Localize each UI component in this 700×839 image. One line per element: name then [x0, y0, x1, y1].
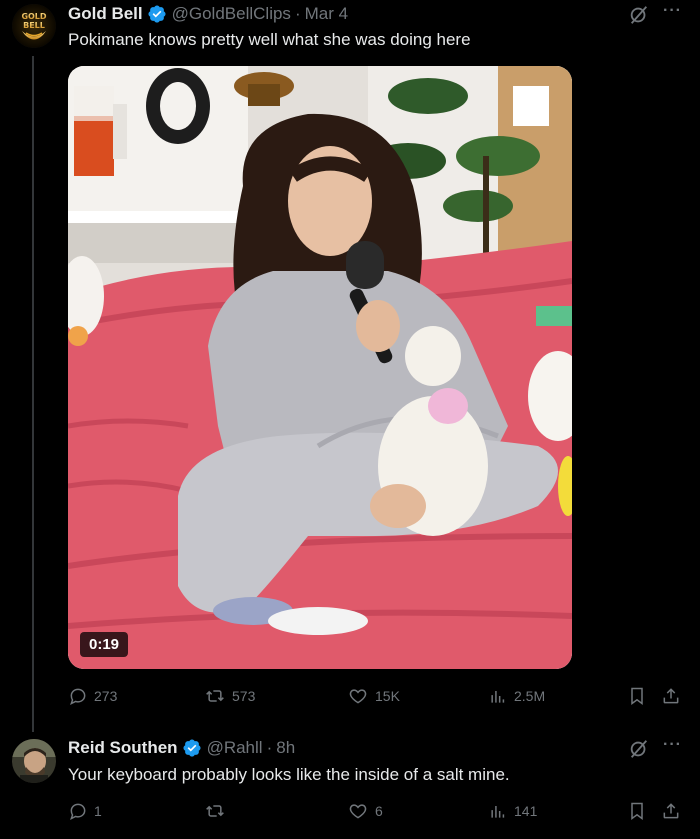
verified-badge-icon — [182, 738, 202, 758]
reply-count: 1 — [94, 803, 102, 819]
tweet-header: Reid Southen @Rahll · 8h — [68, 738, 295, 758]
like-button[interactable]: 15K — [347, 686, 400, 706]
like-icon — [349, 804, 367, 819]
view-count: 141 — [514, 803, 538, 819]
reply-icon — [70, 688, 86, 705]
views-icon — [491, 806, 505, 818]
display-name[interactable]: Gold Bell — [68, 4, 143, 24]
svg-text:GOLD: GOLD — [21, 12, 46, 21]
repost-button[interactable] — [204, 801, 232, 821]
bookmark-button[interactable] — [627, 801, 647, 821]
tweet-actions: 1 6 141 — [68, 801, 688, 825]
like-count: 6 — [375, 803, 383, 819]
like-icon — [349, 689, 367, 704]
bookmark-icon — [631, 687, 643, 705]
reply-button[interactable]: 1 — [68, 801, 102, 821]
repost-icon — [206, 690, 224, 702]
verified-badge-icon — [147, 4, 167, 24]
repost-button[interactable]: 573 — [204, 686, 255, 706]
svg-text:BELL: BELL — [23, 21, 45, 30]
like-count: 15K — [375, 688, 400, 704]
grok-icon[interactable] — [628, 4, 650, 26]
timestamp[interactable]: Mar 4 — [305, 4, 348, 24]
reply-icon — [70, 803, 86, 820]
timestamp[interactable]: 8h — [276, 738, 295, 758]
more-icon[interactable]: ··· — [663, 2, 682, 20]
tweet-text: Pokimane knows pretty well what she was … — [68, 30, 471, 49]
avatar[interactable]: GOLD BELL — [12, 4, 56, 48]
tweet-reid-southen[interactable]: Reid Southen @Rahll · 8h ··· Your keyboa… — [0, 732, 700, 839]
views-icon — [491, 691, 505, 703]
reply-button[interactable]: 273 — [68, 686, 117, 706]
views-button[interactable]: 141 — [488, 801, 537, 821]
view-count: 2.5M — [514, 688, 546, 704]
repost-icon — [206, 805, 224, 817]
handle[interactable]: @GoldBellClips — [172, 4, 291, 24]
bookmark-icon — [631, 802, 643, 820]
display-name[interactable]: Reid Southen — [68, 738, 178, 758]
share-icon — [663, 688, 679, 704]
bookmark-button[interactable] — [627, 686, 647, 706]
video-player[interactable]: 0:19 — [68, 66, 572, 669]
share-icon — [663, 803, 679, 819]
tweet-header: Gold Bell @GoldBellClips · Mar 4 — [68, 4, 348, 24]
views-button[interactable]: 2.5M — [488, 686, 545, 706]
tweet-gold-bell[interactable]: GOLD BELL Gold Bell @GoldBellClips · Mar… — [0, 0, 700, 720]
like-button[interactable]: 6 — [347, 801, 383, 821]
handle[interactable]: @Rahll — [207, 738, 263, 758]
video-duration-badge: 0:19 — [80, 632, 129, 657]
share-button[interactable] — [661, 801, 681, 821]
tweet-actions: 273 573 15K 2.5M — [68, 686, 688, 710]
video-thumbnail — [68, 66, 572, 669]
tweet-text: Your keyboard probably looks like the in… — [68, 765, 510, 784]
avatar[interactable] — [12, 739, 56, 783]
separator: · — [266, 738, 273, 757]
share-button[interactable] — [661, 686, 681, 706]
separator: · — [294, 4, 301, 23]
reply-count: 273 — [94, 688, 118, 704]
grok-icon[interactable] — [628, 738, 650, 760]
more-icon[interactable]: ··· — [663, 736, 682, 754]
repost-count: 573 — [232, 688, 256, 704]
